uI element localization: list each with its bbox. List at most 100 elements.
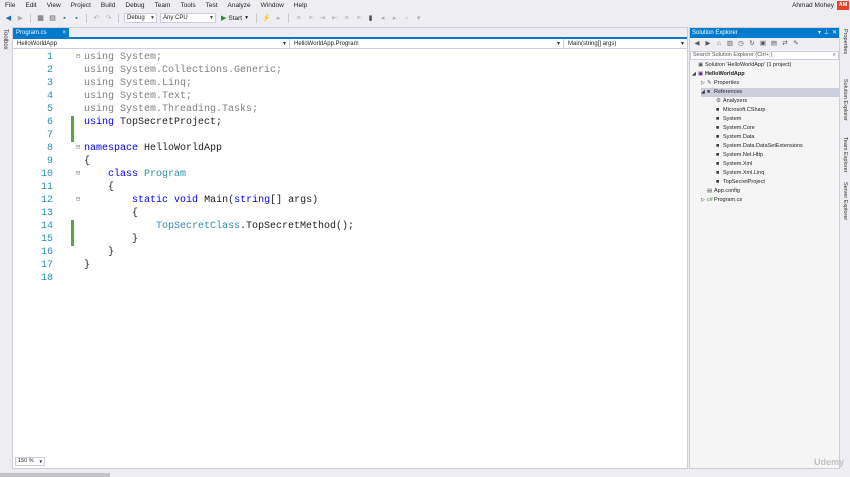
- tree-item-solution-helloworldapp-1-project[interactable]: ▣ Solution 'HelloWorldApp' (1 project): [692, 61, 839, 70]
- menu-analyze[interactable]: Analyze: [223, 0, 256, 11]
- tree-item-system-data[interactable]: ■ System.Data: [710, 133, 839, 142]
- clear-bookmarks-icon[interactable]: ▫: [402, 14, 411, 23]
- save-icon[interactable]: ▪: [60, 14, 69, 23]
- forward-icon[interactable]: ▶: [704, 40, 712, 48]
- tree-item-system-core[interactable]: ■ System.Core: [710, 124, 839, 133]
- member-nav-dropdown[interactable]: Main(string[] args) ▼: [564, 39, 687, 49]
- code-line[interactable]: 1 ⊟ using System;: [13, 51, 687, 64]
- tab-program-cs[interactable]: Program.cs ×: [13, 28, 69, 39]
- menu-test[interactable]: Test: [201, 0, 223, 11]
- browser-link-icon[interactable]: ⚡: [262, 14, 271, 23]
- code-line[interactable]: 7: [13, 129, 687, 142]
- code-line[interactable]: 14 TopSecretClass.TopSecretMethod();: [13, 220, 687, 233]
- bookmark-icon[interactable]: ▮: [366, 14, 375, 23]
- indent-icon[interactable]: ⇥: [318, 14, 327, 23]
- menu-debug[interactable]: Debug: [120, 0, 149, 11]
- code-line[interactable]: 5 using System.Threading.Tasks;: [13, 103, 687, 116]
- menu-tools[interactable]: Tools: [175, 0, 200, 11]
- code-line[interactable]: 3 using System.Linq;: [13, 77, 687, 90]
- code-line[interactable]: 10 ⊟ class Program: [13, 168, 687, 181]
- tree-item-program-cs[interactable]: ▷ c#Program.cs: [701, 196, 839, 205]
- tree-item-system[interactable]: ■ System: [710, 115, 839, 124]
- code-line[interactable]: 12 ⊟ static void Main(string[] args): [13, 194, 687, 207]
- prev-bookmark-icon[interactable]: ◂: [378, 14, 387, 23]
- properties-icon[interactable]: ✎: [792, 40, 800, 48]
- start-button[interactable]: ▶ Start ▼: [219, 14, 251, 23]
- menu-view[interactable]: View: [42, 0, 66, 11]
- panel-menu-icon[interactable]: ▾: [818, 28, 821, 38]
- side-tab-solution-explorer[interactable]: Solution Explorer: [842, 79, 848, 121]
- user-name[interactable]: Ahmad Mohey: [792, 0, 834, 11]
- comment-icon[interactable]: ≡: [342, 14, 351, 23]
- next-bookmark-icon[interactable]: ▸: [390, 14, 399, 23]
- code-line[interactable]: 15 }: [13, 233, 687, 246]
- code-line[interactable]: 13 {: [13, 207, 687, 220]
- collapse-icon[interactable]: ⊟: [76, 51, 80, 64]
- save-all-icon[interactable]: ▪: [72, 14, 81, 23]
- collapse-icon[interactable]: ⊟: [76, 194, 80, 207]
- code-line[interactable]: 8 ⊟ namespace HelloWorldApp: [13, 142, 687, 155]
- back-icon[interactable]: ◀: [693, 40, 701, 48]
- type-nav-dropdown[interactable]: HelloWorldApp.Program ▼: [290, 39, 564, 49]
- align-left-icon[interactable]: ≡: [294, 14, 303, 23]
- side-tab-team-explorer[interactable]: Team Explorer: [842, 137, 848, 172]
- pin-icon[interactable]: ⊥: [824, 28, 829, 38]
- code-line[interactable]: 4 using System.Text;: [13, 90, 687, 103]
- open-file-icon[interactable]: ▤: [48, 14, 57, 23]
- platform-dropdown[interactable]: Any CPU ▼: [160, 13, 216, 23]
- tree-item-topsecretproject[interactable]: ■ TopSecretProject: [710, 178, 839, 187]
- tree-item-system-xml-linq[interactable]: ■ System.Xml.Linq: [710, 169, 839, 178]
- code-line[interactable]: 18: [13, 272, 687, 285]
- tree-item-system-net-http[interactable]: ■ System.Net.Http: [710, 151, 839, 160]
- home-icon[interactable]: ⌂: [715, 40, 723, 48]
- side-tab-properties[interactable]: Properties: [842, 29, 848, 54]
- menu-project[interactable]: Project: [66, 0, 96, 11]
- avatar[interactable]: AM: [837, 1, 849, 10]
- step-icon[interactable]: ▸: [274, 14, 283, 23]
- tree-item-helloworldapp[interactable]: ◢ ▣ HelloWorldApp: [692, 70, 839, 79]
- code-line[interactable]: 9{: [13, 155, 687, 168]
- toolbar-options-icon[interactable]: ▾: [414, 14, 423, 23]
- close-icon[interactable]: ✕: [832, 28, 837, 38]
- project-nav-dropdown[interactable]: HelloWorldApp ▼: [13, 39, 290, 49]
- code-line[interactable]: 16 }: [13, 246, 687, 259]
- menu-file[interactable]: File: [0, 0, 20, 11]
- new-project-icon[interactable]: ▦: [36, 14, 45, 23]
- align-right-icon[interactable]: ≡: [306, 14, 315, 23]
- tree-item-references[interactable]: ◢ ■ References: [701, 88, 839, 97]
- sync-icon[interactable]: ⇄: [781, 40, 789, 48]
- tree-item-system-xml[interactable]: ■ System.Xml: [710, 160, 839, 169]
- menu-team[interactable]: Team: [150, 0, 176, 11]
- collapse-icon[interactable]: ⊟: [76, 168, 80, 181]
- history-icon[interactable]: ◷: [737, 40, 745, 48]
- redo-icon[interactable]: ↷: [104, 14, 113, 23]
- menu-help[interactable]: Help: [289, 0, 312, 11]
- tree-item-analyzers[interactable]: ⚙ Analyzers: [710, 97, 839, 106]
- collapse-icon[interactable]: ⊟: [76, 142, 80, 155]
- menu-build[interactable]: Build: [96, 0, 120, 11]
- tree-item-microsoft-csharp[interactable]: ■ Microsoft.CSharp: [710, 106, 839, 115]
- tree-item-app-config[interactable]: ▤ App.config: [701, 187, 839, 196]
- code-line[interactable]: 17}: [13, 259, 687, 272]
- code-text-area[interactable]: 1 ⊟ using System; 2 using System.Collections…: [13, 51, 687, 457]
- collapse-all-icon[interactable]: ▣: [759, 40, 767, 48]
- menu-edit[interactable]: Edit: [20, 0, 41, 11]
- zoom-dropdown[interactable]: 150 % ▼: [15, 457, 45, 466]
- solution-search-input[interactable]: Search Solution Explorer (Ctrl+;) ⌕: [690, 51, 839, 60]
- undo-icon[interactable]: ↶: [92, 14, 101, 23]
- tree-item-properties[interactable]: ▷ ✎ Properties: [701, 79, 839, 88]
- show-all-files-icon[interactable]: ▤: [770, 40, 778, 48]
- close-icon[interactable]: ×: [62, 28, 66, 39]
- forward-icon[interactable]: ▶: [16, 14, 25, 23]
- menu-window[interactable]: Window: [256, 0, 289, 11]
- side-tab-server-explorer[interactable]: Server Explorer: [842, 182, 848, 220]
- solution-views-icon[interactable]: ▥: [726, 40, 734, 48]
- tree-item-system-data-datasetextensions[interactable]: ■ System.Data.DataSetExtensions: [710, 142, 839, 151]
- uncomment-icon[interactable]: ≡: [354, 14, 363, 23]
- toolbox-tab[interactable]: Toolbox: [2, 29, 8, 50]
- outdent-icon[interactable]: ⇤: [330, 14, 339, 23]
- code-line[interactable]: 2 using System.Collections.Generic;: [13, 64, 687, 77]
- back-icon[interactable]: ◀: [4, 14, 13, 23]
- code-line[interactable]: 11 {: [13, 181, 687, 194]
- code-line[interactable]: 6 using TopSecretProject;: [13, 116, 687, 129]
